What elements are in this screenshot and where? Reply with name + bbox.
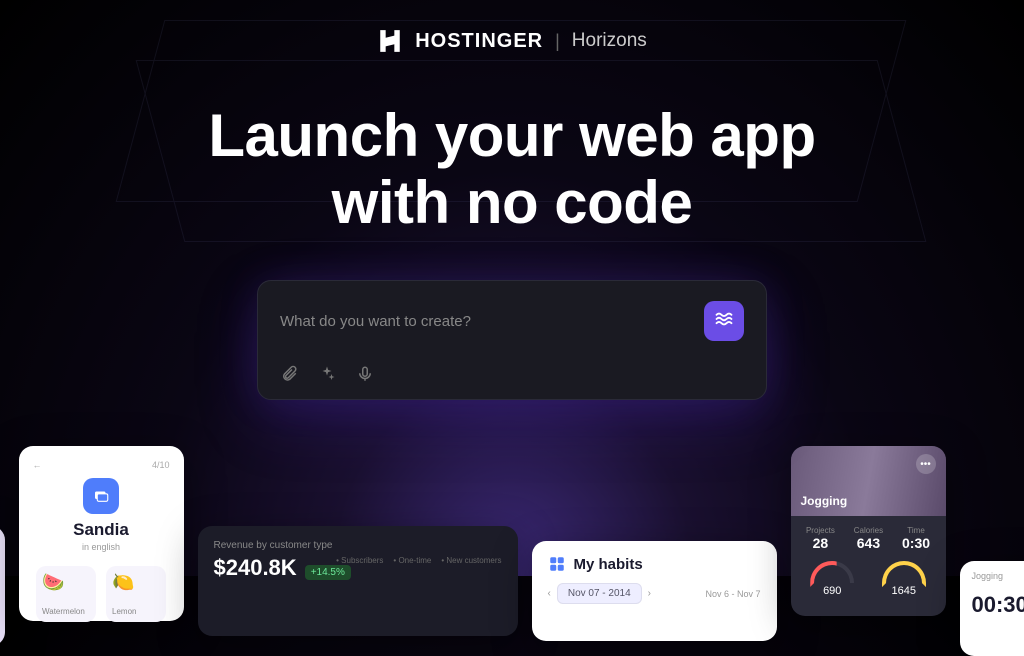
legend-item: One-time — [393, 556, 431, 565]
habits-title: My habits — [574, 556, 643, 573]
submit-button[interactable] — [704, 301, 744, 341]
jogging-image: Jogging ••• — [791, 446, 946, 516]
brand-divider: | — [555, 31, 560, 52]
revenue-label: Revenue by customer type — [214, 540, 502, 551]
stat-value: 0:30 — [902, 535, 930, 551]
watermelon-icon: 🍉 — [42, 572, 90, 593]
preview-cards-row: ← 4/10 Sandia in english 🍉 Watermelon 🍋 … — [0, 406, 1024, 586]
revenue-dashboard-card: Revenue by customer type $240.8K +14.5% … — [198, 526, 518, 636]
activity-tag: Jogging — [801, 494, 848, 508]
revenue-value: $240.8K — [214, 555, 297, 581]
answer-tile: 🍋 Lemon — [106, 566, 166, 622]
chevron-right-icon: › — [648, 588, 651, 599]
timer-label: Jogging — [972, 571, 1004, 582]
stat-label: Time — [902, 526, 930, 535]
waves-icon — [714, 309, 734, 334]
stat-block: Projects 28 — [806, 526, 835, 551]
lemon-icon: 🍋 — [112, 572, 160, 593]
hero-line-1: Launch your web app — [208, 102, 815, 169]
flashcard-title: Sandia — [33, 520, 170, 540]
avatar-card — [0, 526, 5, 646]
stat-label: Projects — [806, 526, 835, 535]
gauge: 1645 — [876, 561, 932, 597]
hostinger-logo-icon — [377, 28, 403, 54]
revenue-pct-badge: +14.5% — [305, 565, 351, 580]
flashcard-app-card: ← 4/10 Sandia in english 🍉 Watermelon 🍋 … — [19, 446, 184, 621]
habits-date: Nov 07 - 2014 — [557, 583, 642, 604]
legend-item: Subscribers — [336, 556, 383, 565]
hero-line-2: with no code — [332, 169, 693, 236]
timer-value: 00:30 — [972, 592, 1024, 618]
habits-app-card: My habits ‹ Nov 07 - 2014 › Nov 6 - Nov … — [532, 541, 777, 641]
stat-block: Time 0:30 — [902, 526, 930, 551]
product-name: Horizons — [572, 30, 647, 52]
chevron-left-icon: ‹ — [548, 588, 551, 599]
stat-label: Calories — [854, 526, 883, 535]
gauge: 690 — [804, 561, 860, 597]
microphone-icon[interactable] — [356, 365, 374, 383]
fitness-app-card: Jogging ••• Projects 28 Calories 643 Tim… — [791, 446, 946, 616]
stat-block: Calories 643 — [854, 526, 883, 551]
gauge-arc-icon — [810, 561, 854, 583]
grid-icon — [548, 555, 566, 573]
hero-headline: Launch your web app with no code — [0, 102, 1024, 236]
hero: Launch your web app with no code — [0, 102, 1024, 236]
flashcard-subtitle: in english — [33, 542, 170, 552]
card-counter: 4/10 — [152, 460, 170, 470]
prompt-input[interactable]: What do you want to create? — [280, 313, 471, 330]
header: HOSTINGER | Horizons — [0, 0, 1024, 54]
attachment-icon[interactable] — [280, 365, 298, 383]
timer-card: Jogging ★ 00:30 + — [960, 561, 1024, 656]
legend-item: New customers — [441, 556, 501, 565]
card-badge-icon — [83, 478, 119, 514]
stat-value: 28 — [806, 535, 835, 551]
gauge-arc-icon — [882, 561, 926, 583]
answer-tile: 🍉 Watermelon — [36, 566, 96, 622]
more-icon: ••• — [916, 454, 936, 474]
prompt-box[interactable]: What do you want to create? — [257, 280, 767, 400]
back-arrow-icon: ← — [33, 460, 42, 470]
tile-label: Lemon — [112, 607, 160, 616]
brand-name: HOSTINGER — [415, 30, 543, 53]
stat-value: 643 — [854, 535, 883, 551]
tile-label: Watermelon — [42, 607, 90, 616]
habits-range: Nov 6 - Nov 7 — [705, 589, 760, 599]
revenue-legend: Subscribers One-time New customers — [336, 556, 501, 565]
sparkle-icon[interactable] — [318, 365, 336, 383]
